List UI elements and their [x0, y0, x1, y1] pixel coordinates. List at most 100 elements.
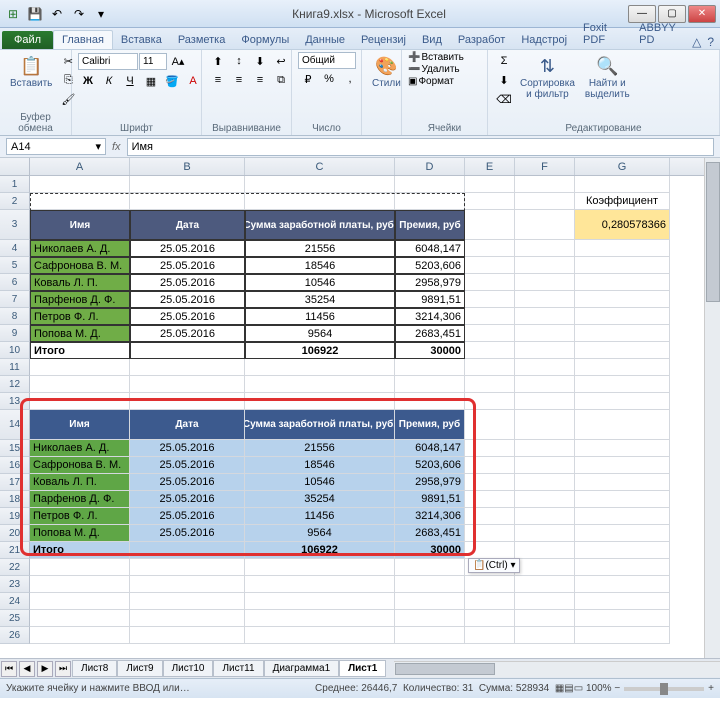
find-select-button[interactable]: 🔍Найти и выделить [581, 52, 634, 102]
cell[interactable]: 2958,979 [395, 274, 465, 291]
cell[interactable]: 35254 [245, 491, 395, 508]
cell[interactable] [575, 542, 670, 559]
cell[interactable]: Попова М. Д. [30, 325, 130, 342]
cell[interactable] [575, 376, 670, 393]
tab-foxit[interactable]: Foxit PDF [575, 19, 631, 49]
clear-icon[interactable]: ⌫ [494, 90, 514, 108]
cell[interactable] [130, 627, 245, 644]
cell[interactable] [575, 474, 670, 491]
cell[interactable] [245, 393, 395, 410]
cell[interactable] [395, 359, 465, 376]
view-normal-icon[interactable]: ▦ [555, 683, 564, 694]
cell[interactable] [575, 508, 670, 525]
cell[interactable]: Парфенов Д. Ф. [30, 291, 130, 308]
paste-button[interactable]: 📋 Вставить [6, 52, 56, 91]
cell[interactable]: Парфенов Д. Ф. [30, 491, 130, 508]
cell[interactable]: Дата [130, 210, 245, 240]
cell[interactable] [575, 325, 670, 342]
cell[interactable] [30, 176, 130, 193]
cell[interactable] [245, 610, 395, 627]
help-icon[interactable]: ? [707, 35, 714, 49]
cell[interactable] [575, 410, 670, 440]
cell[interactable]: Премия, руб [395, 410, 465, 440]
save-icon[interactable]: 💾 [26, 5, 44, 23]
cell[interactable] [465, 210, 515, 240]
cell[interactable] [515, 393, 575, 410]
cell[interactable] [575, 257, 670, 274]
align-center-icon[interactable]: ≡ [229, 71, 249, 89]
cell[interactable]: 25.05.2016 [130, 308, 245, 325]
cell[interactable] [515, 376, 575, 393]
cell[interactable]: 25.05.2016 [130, 274, 245, 291]
cell[interactable]: 5203,606 [395, 257, 465, 274]
cell[interactable] [30, 593, 130, 610]
cell[interactable] [515, 308, 575, 325]
cell[interactable]: Николаев А. Д. [30, 240, 130, 257]
cell[interactable] [515, 291, 575, 308]
formula-bar[interactable] [127, 138, 714, 156]
cell[interactable] [465, 610, 515, 627]
cell[interactable] [465, 410, 515, 440]
zoom-in-button[interactable]: + [708, 683, 714, 694]
cell[interactable] [465, 474, 515, 491]
comma-icon[interactable]: , [340, 70, 360, 88]
row-header[interactable]: 3 [0, 210, 30, 240]
cell[interactable] [575, 593, 670, 610]
tab-formulas[interactable]: Формулы [233, 31, 297, 49]
cell[interactable]: 11456 [245, 508, 395, 525]
row-header[interactable]: 1 [0, 176, 30, 193]
select-all-corner[interactable] [0, 158, 30, 175]
col-header[interactable]: E [465, 158, 515, 175]
row-header[interactable]: 17 [0, 474, 30, 491]
cell[interactable]: Сумма заработной платы, руб. [245, 410, 395, 440]
cell[interactable] [130, 542, 245, 559]
zoom-level[interactable]: 100% [586, 683, 612, 694]
cell[interactable]: 2958,979 [395, 474, 465, 491]
ribbon-minimize-icon[interactable]: △ [692, 35, 701, 49]
cell[interactable] [515, 274, 575, 291]
cell[interactable] [465, 542, 515, 559]
row-header[interactable]: 14 [0, 410, 30, 440]
cell[interactable] [465, 376, 515, 393]
tab-review[interactable]: Рецензиј [353, 31, 414, 49]
sheet-nav-last[interactable]: ⏭ [55, 661, 71, 677]
cell[interactable] [465, 359, 515, 376]
number-format-combo[interactable] [298, 52, 356, 69]
row-header[interactable]: 26 [0, 627, 30, 644]
cell[interactable] [465, 525, 515, 542]
row-header[interactable]: 8 [0, 308, 30, 325]
cell[interactable] [575, 393, 670, 410]
cell[interactable]: Дата [130, 410, 245, 440]
col-header[interactable]: D [395, 158, 465, 175]
cell[interactable] [465, 240, 515, 257]
redo-icon[interactable]: ↷ [70, 5, 88, 23]
cell[interactable] [395, 376, 465, 393]
cell[interactable] [465, 291, 515, 308]
cell[interactable]: 10546 [245, 274, 395, 291]
tab-layout[interactable]: Разметка [170, 31, 234, 49]
sheet-nav-prev[interactable]: ◀ [19, 661, 35, 677]
row-header[interactable]: 7 [0, 291, 30, 308]
row-header[interactable]: 5 [0, 257, 30, 274]
percent-icon[interactable]: % [319, 70, 339, 88]
cell[interactable]: 5203,606 [395, 457, 465, 474]
cell[interactable] [395, 176, 465, 193]
row-header[interactable]: 18 [0, 491, 30, 508]
font-color-icon[interactable]: A [183, 72, 203, 90]
row-header[interactable]: 23 [0, 576, 30, 593]
cell[interactable]: Коваль Л. П. [30, 474, 130, 491]
cell[interactable]: 106922 [245, 342, 395, 359]
cell[interactable] [130, 193, 245, 210]
cell[interactable] [130, 359, 245, 376]
row-header[interactable]: 19 [0, 508, 30, 525]
insert-cells-button[interactable]: ➕Вставить [408, 52, 464, 63]
border-icon[interactable]: ▦ [141, 72, 161, 90]
sheet-tab[interactable]: Лист10 [163, 660, 214, 677]
cell[interactable] [515, 193, 575, 210]
align-right-icon[interactable]: ≡ [250, 71, 270, 89]
cell[interactable]: Сафронова В. М. [30, 457, 130, 474]
cell[interactable]: 25.05.2016 [130, 525, 245, 542]
fill-icon[interactable]: ⬇ [494, 71, 514, 89]
cell[interactable]: 11456 [245, 308, 395, 325]
row-header[interactable]: 4 [0, 240, 30, 257]
